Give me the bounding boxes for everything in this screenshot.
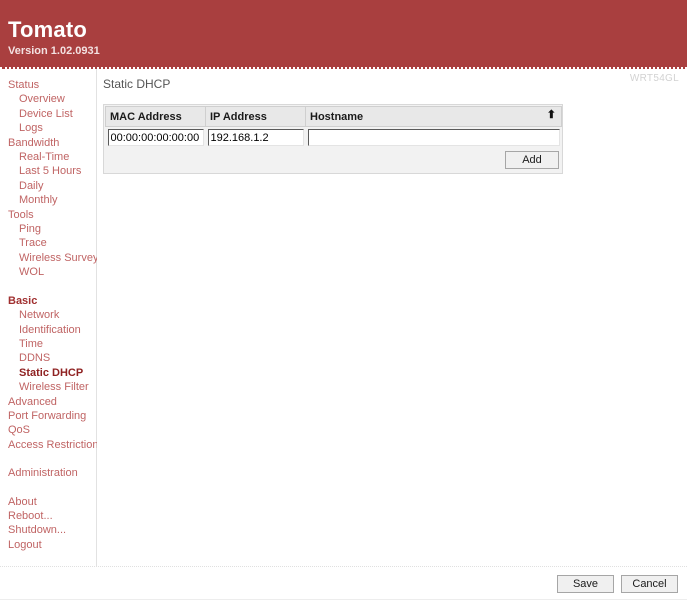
column-header-ip-address[interactable]: IP Address bbox=[205, 106, 306, 127]
sidebar-item-qos[interactable]: QoS bbox=[0, 423, 96, 437]
sidebar-item-overview[interactable]: Overview bbox=[0, 92, 96, 106]
sidebar-item-monthly[interactable]: Monthly bbox=[0, 193, 96, 207]
add-row-container: Add bbox=[105, 148, 561, 172]
column-header-hostname-label: Hostname bbox=[310, 110, 364, 123]
sidebar-item-reboot[interactable]: Reboot... bbox=[0, 509, 96, 523]
sidebar-item-static-dhcp[interactable]: Static DHCP bbox=[0, 366, 96, 380]
sidebar-item-shutdown[interactable]: Shutdown... bbox=[0, 523, 96, 537]
sidebar-item-time[interactable]: Time bbox=[0, 337, 96, 351]
sidebar-item-trace[interactable]: Trace bbox=[0, 236, 96, 250]
sidebar-item-tools[interactable]: Tools bbox=[0, 208, 96, 222]
sidebar-item-wireless-filter[interactable]: Wireless Filter bbox=[0, 380, 96, 394]
table-header: MAC Address IP Address Hostname ⬆ bbox=[105, 106, 562, 127]
add-button[interactable]: Add bbox=[505, 151, 559, 169]
cell-ip-address bbox=[205, 126, 306, 148]
sidebar-item-status[interactable]: Status bbox=[0, 78, 96, 92]
sidebar-item-wol[interactable]: WOL bbox=[0, 265, 96, 279]
sidebar-item-daily[interactable]: Daily bbox=[0, 179, 96, 193]
sidebar-item-basic[interactable]: Basic bbox=[0, 294, 96, 308]
app-title: Tomato bbox=[8, 17, 88, 42]
sidebar-item-ping[interactable]: Ping bbox=[0, 222, 96, 236]
sidebar-item-administration[interactable]: Administration bbox=[0, 466, 96, 480]
sidebar-item-wireless-survey[interactable]: Wireless Survey bbox=[0, 251, 98, 265]
sidebar-item-network[interactable]: Network bbox=[0, 308, 96, 322]
page-title: Static DHCP bbox=[103, 77, 171, 91]
sidebar-navigation: Status Overview Device List Logs Bandwidth Re… bbox=[0, 69, 98, 566]
sidebar-item-logout[interactable]: Logout bbox=[0, 538, 96, 552]
main-content: WRT54GL Static DHCP MAC Address IP Addre… bbox=[97, 69, 687, 566]
sidebar-item-identification[interactable]: Identification bbox=[0, 323, 96, 337]
mac-address-input[interactable] bbox=[107, 129, 204, 146]
column-header-mac-address-label: MAC Address bbox=[110, 110, 182, 123]
sidebar-item-bandwidth[interactable]: Bandwidth bbox=[0, 136, 96, 150]
sidebar-item-real-time[interactable]: Real-Time bbox=[0, 150, 96, 164]
table-header-row: MAC Address IP Address Hostname ⬆ bbox=[105, 106, 562, 127]
app-header: Tomato Version 1.02.0931 bbox=[0, 0, 687, 69]
table-row-new-entry bbox=[105, 126, 562, 148]
footer-button-group: Save Cancel bbox=[557, 575, 678, 593]
router-model-label: WRT54GL bbox=[629, 73, 679, 84]
hostname-input[interactable] bbox=[307, 129, 560, 146]
static-dhcp-table: MAC Address IP Address Hostname ⬆ bbox=[105, 106, 562, 148]
save-button[interactable]: Save bbox=[557, 575, 614, 593]
column-header-mac-address[interactable]: MAC Address bbox=[105, 106, 206, 127]
sidebar-item-port-forwarding[interactable]: Port Forwarding bbox=[0, 409, 96, 423]
sort-ascending-icon[interactable]: ⬆ bbox=[547, 109, 556, 122]
static-dhcp-panel: MAC Address IP Address Hostname ⬆ 00:00:… bbox=[103, 104, 563, 174]
column-header-hostname[interactable]: Hostname ⬆ bbox=[305, 106, 562, 127]
ip-address-input[interactable] bbox=[207, 129, 304, 146]
sidebar-item-logs[interactable]: Logs bbox=[0, 121, 96, 135]
cell-mac-address bbox=[105, 126, 206, 148]
sidebar-item-device-list[interactable]: Device List bbox=[0, 107, 96, 121]
cancel-button[interactable]: Cancel bbox=[621, 575, 678, 593]
footer-bar: Save Cancel bbox=[0, 566, 687, 599]
sidebar-item-ddns[interactable]: DDNS bbox=[0, 351, 96, 365]
table-body bbox=[105, 126, 562, 148]
sidebar-item-access-restriction[interactable]: Access Restriction bbox=[0, 438, 98, 452]
cell-hostname bbox=[305, 126, 562, 148]
sidebar-item-about[interactable]: About bbox=[0, 495, 96, 509]
page-body: Status Overview Device List Logs Bandwidth Re… bbox=[0, 69, 687, 566]
sidebar-item-last-5-hours[interactable]: Last 5 Hours bbox=[0, 164, 96, 178]
app-version: Version 1.02.0931 bbox=[8, 45, 100, 57]
column-header-ip-address-label: IP Address bbox=[210, 110, 267, 123]
sidebar-item-advanced[interactable]: Advanced bbox=[0, 395, 96, 409]
